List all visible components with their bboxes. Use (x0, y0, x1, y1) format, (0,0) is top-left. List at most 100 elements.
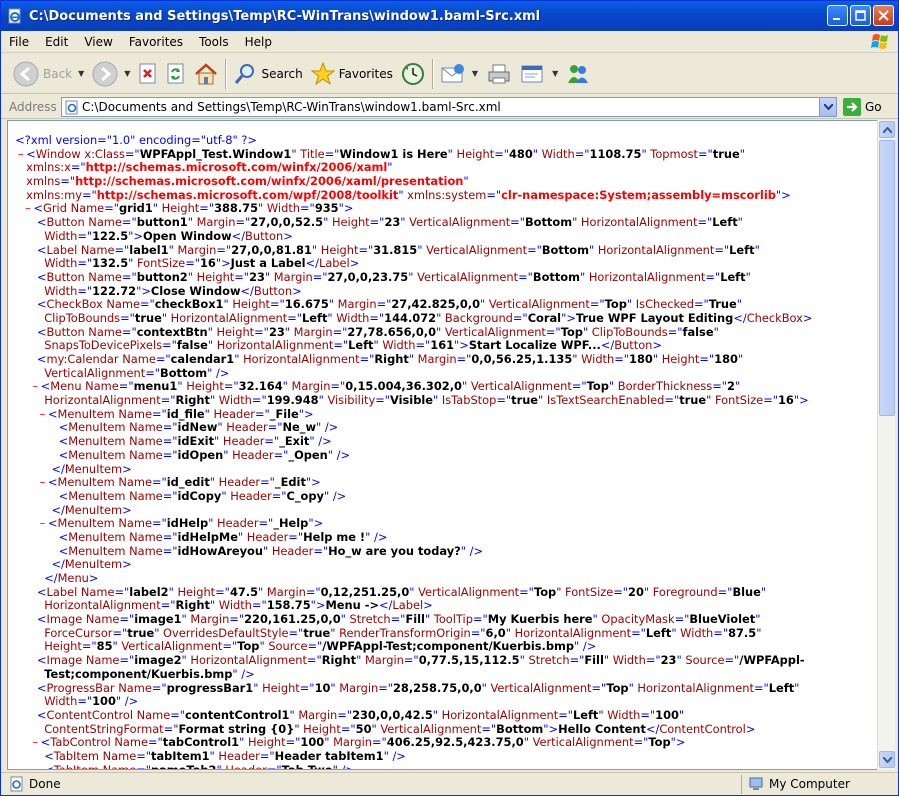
menu-view[interactable]: View (76, 35, 120, 49)
xml-content-pane[interactable]: <?xml version="1.0" encoding="utf-8" ?> … (7, 120, 877, 770)
xml-token: Label (392, 598, 424, 613)
favorites-button[interactable]: Favorites (307, 57, 397, 91)
history-button[interactable] (397, 57, 429, 91)
xml-indent (15, 503, 51, 517)
xml-token: 100 (300, 735, 325, 750)
xml-token: 406.25,92.5,423.75,0 (386, 735, 524, 750)
xml-line: </MenuItem> (8, 503, 877, 518)
address-input[interactable]: C:\Documents and Settings\Temp\RC-WinTra… (61, 96, 837, 117)
search-button[interactable]: Search (229, 57, 306, 91)
menu-favorites[interactable]: Favorites (121, 35, 191, 49)
xml-token: "> (543, 721, 559, 736)
xml-collapse-toggle[interactable]: – (15, 147, 26, 162)
xml-token: </ (379, 598, 393, 613)
xml-token: Margin (329, 735, 372, 750)
chevron-down-icon (882, 756, 892, 763)
xml-token: Right (175, 598, 210, 613)
xml-collapse-toggle[interactable]: – (37, 407, 48, 422)
edit-button[interactable]: ▼ (516, 57, 562, 91)
xml-token: Header (209, 406, 255, 421)
xml-token: Height (317, 242, 359, 257)
chevron-up-icon (882, 126, 892, 133)
xml-line: <Image Name="image2" HorizontalAlignment… (8, 653, 877, 668)
status-bar: Done My Computer (1, 772, 898, 795)
xml-token: Name (125, 434, 163, 449)
messenger-button[interactable] (562, 57, 594, 91)
xml-token: " (678, 707, 685, 722)
xml-token: =" (170, 707, 186, 722)
xml-token: Width (538, 146, 575, 161)
xml-token: "> (308, 516, 324, 531)
xml-token: </ (51, 557, 65, 572)
xml-token: Title (296, 146, 325, 161)
title-bar[interactable]: C:\Documents and Settings\Temp\RC-WinTra… (1, 1, 898, 31)
address-dropdown-button[interactable] (819, 97, 836, 116)
edit-dropdown-icon[interactable]: ▼ (552, 69, 558, 78)
stop-button[interactable] (134, 57, 162, 91)
xml-collapse-toggle[interactable]: – (37, 475, 48, 490)
xml-collapse-toggle[interactable]: – (37, 517, 48, 531)
forward-dropdown-icon[interactable]: ▼ (124, 69, 130, 78)
xml-token: < (58, 447, 69, 462)
xml-token: 16 (200, 256, 216, 271)
xml-token: true (127, 625, 155, 640)
xml-token: 27,78.656,0,0 (347, 324, 437, 339)
menu-help[interactable]: Help (237, 35, 280, 49)
xml-token: =" (664, 393, 680, 408)
xml-line: </MenuItem> (8, 462, 877, 477)
xml-token: HorizontalAlignment (438, 707, 559, 722)
maximize-button[interactable] (850, 5, 871, 26)
xml-indent (15, 420, 58, 434)
security-zone[interactable]: My Computer (741, 774, 850, 794)
xml-line: HorizontalAlignment="Right" Width="158.7… (8, 599, 877, 613)
back-button[interactable]: Back ▼ (9, 57, 88, 91)
xml-token: < (47, 406, 58, 421)
mail-button[interactable]: ▼ (436, 57, 482, 91)
xml-token: " (760, 584, 767, 599)
xml-token: </ (231, 228, 246, 243)
xml-token: =" (403, 653, 419, 668)
xml-token: idNew (177, 420, 218, 435)
back-dropdown-icon[interactable]: ▼ (78, 69, 84, 78)
xml-token: 32.164 (238, 379, 283, 394)
xml-token: < (36, 242, 47, 257)
menu-edit[interactable]: Edit (37, 35, 76, 49)
xml-token: xmlns:my (26, 187, 82, 202)
forward-button[interactable]: ▼ (88, 57, 134, 91)
minimize-button[interactable] (827, 5, 848, 26)
xml-token: =" (307, 639, 323, 654)
xml-collapse-toggle[interactable]: – (30, 380, 41, 394)
xml-token: " (387, 160, 393, 175)
xml-token: 27,42.825,0,0 (391, 297, 480, 312)
menu-file[interactable]: File (1, 35, 37, 49)
xml-token: _Help (273, 516, 309, 531)
scroll-thumb[interactable] (879, 140, 895, 416)
xml-token: HorizontalAlignment (167, 310, 288, 325)
window-title: C:\Documents and Settings\Temp\RC-WinTra… (29, 8, 541, 24)
xml-token: _Open (288, 447, 328, 462)
xml-token: =" (81, 187, 97, 202)
xml-token: VerticalAlignment (414, 584, 520, 599)
xml-token: =" (713, 625, 729, 640)
scroll-down-button[interactable] (879, 751, 895, 768)
menu-tools[interactable]: Tools (191, 35, 237, 49)
xml-token: =" (162, 543, 178, 558)
refresh-button[interactable] (162, 57, 190, 91)
xml-token: =" (120, 310, 135, 325)
xml-line: – <MenuItem Name="idHelp" Header="_Help"> (8, 516, 877, 531)
xml-line: <my:Calendar Name="calendar1" Horizontal… (8, 352, 877, 367)
xml-token: "> (338, 201, 354, 216)
print-button[interactable] (482, 57, 516, 91)
scroll-up-button[interactable] (879, 121, 895, 138)
xml-collapse-toggle[interactable]: – (23, 202, 34, 216)
close-button[interactable] (873, 5, 894, 26)
xml-indent (15, 557, 51, 571)
vertical-scrollbar[interactable] (877, 120, 895, 770)
xml-token: Height (44, 639, 82, 654)
go-button[interactable]: Go (843, 97, 882, 116)
mail-dropdown-icon[interactable]: ▼ (472, 69, 478, 78)
xml-collapse-toggle[interactable]: – (30, 736, 41, 750)
xml-token: Header (221, 762, 267, 770)
xml-token: Bottom (496, 721, 544, 736)
home-button[interactable] (190, 57, 222, 91)
